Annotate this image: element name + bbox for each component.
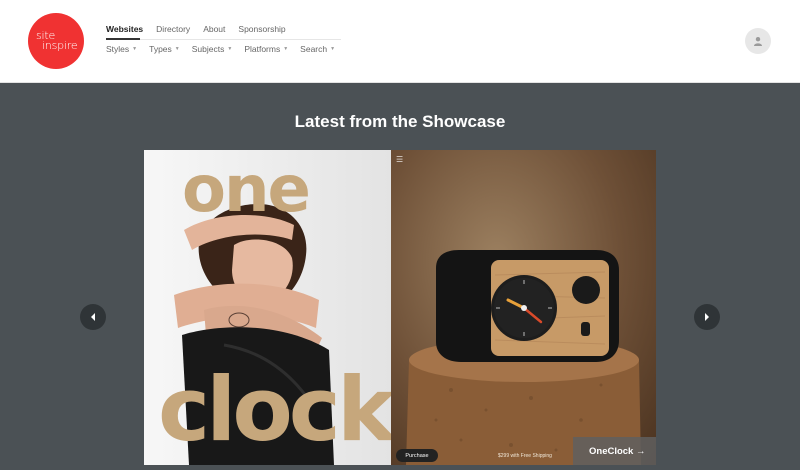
nav-types-dropdown[interactable]: Types ▼	[149, 44, 180, 54]
chevron-left-icon	[91, 313, 95, 321]
nav-subjects-dropdown[interactable]: Subjects ▼	[192, 44, 233, 54]
headline-word-one: one	[182, 153, 311, 227]
oneclock-product-image	[406, 250, 641, 465]
chevron-right-icon	[705, 313, 709, 321]
secondary-nav: Styles ▼ Types ▼ Subjects ▼ Platforms ▼ Sear…	[106, 44, 347, 54]
user-icon	[754, 37, 762, 46]
nav-subjects-label: Subjects	[191, 44, 225, 54]
chevron-down-icon: ▼	[132, 46, 138, 52]
nav-styles-label: Styles	[106, 44, 130, 54]
price-text: $299 with Free Shipping	[498, 453, 552, 459]
nav-about[interactable]: About	[203, 24, 225, 34]
nav-directory[interactable]: Directory	[156, 24, 190, 34]
carousel-prev-button[interactable]	[80, 304, 106, 330]
oneclock-site-link[interactable]: OneClock →	[589, 446, 646, 457]
primary-nav: Websites Directory About Sponsorship	[106, 24, 299, 34]
nav-types-label: Types	[149, 44, 172, 54]
nav-platforms-dropdown[interactable]: Platforms ▼	[244, 44, 288, 54]
nav-sponsorship[interactable]: Sponsorship	[238, 24, 285, 34]
slide-product-panel: ☰	[391, 150, 656, 465]
user-account-button[interactable]	[745, 28, 771, 54]
nav-divider	[106, 39, 341, 40]
carousel-next-button[interactable]	[694, 304, 720, 330]
chevron-down-icon: ▼	[330, 46, 336, 52]
nav-platforms-label: Platforms	[244, 44, 281, 54]
site-header: site inspire Websites Directory About Sp…	[0, 0, 800, 83]
showcase-slide[interactable]: one clock ☰	[144, 150, 656, 465]
chevron-down-icon: ▼	[283, 46, 289, 52]
slide-portrait-panel: one clock	[144, 150, 391, 465]
headline-word-clock: clock	[158, 358, 391, 461]
purchase-button[interactable]: Purchase	[396, 449, 438, 462]
showcase-heading: Latest from the Showcase	[294, 112, 506, 131]
nav-websites[interactable]: Websites	[106, 24, 143, 34]
nav-search-label: Search	[300, 44, 328, 54]
nav-active-indicator	[106, 38, 140, 40]
chevron-down-icon: ▼	[227, 46, 233, 52]
nav-styles-dropdown[interactable]: Styles ▼	[106, 44, 137, 54]
logo-line-2: inspire	[42, 39, 78, 52]
nav-search-dropdown[interactable]: Search ▼	[300, 44, 335, 54]
chevron-down-icon: ▼	[174, 46, 180, 52]
siteinspire-logo[interactable]: site inspire	[28, 13, 84, 69]
